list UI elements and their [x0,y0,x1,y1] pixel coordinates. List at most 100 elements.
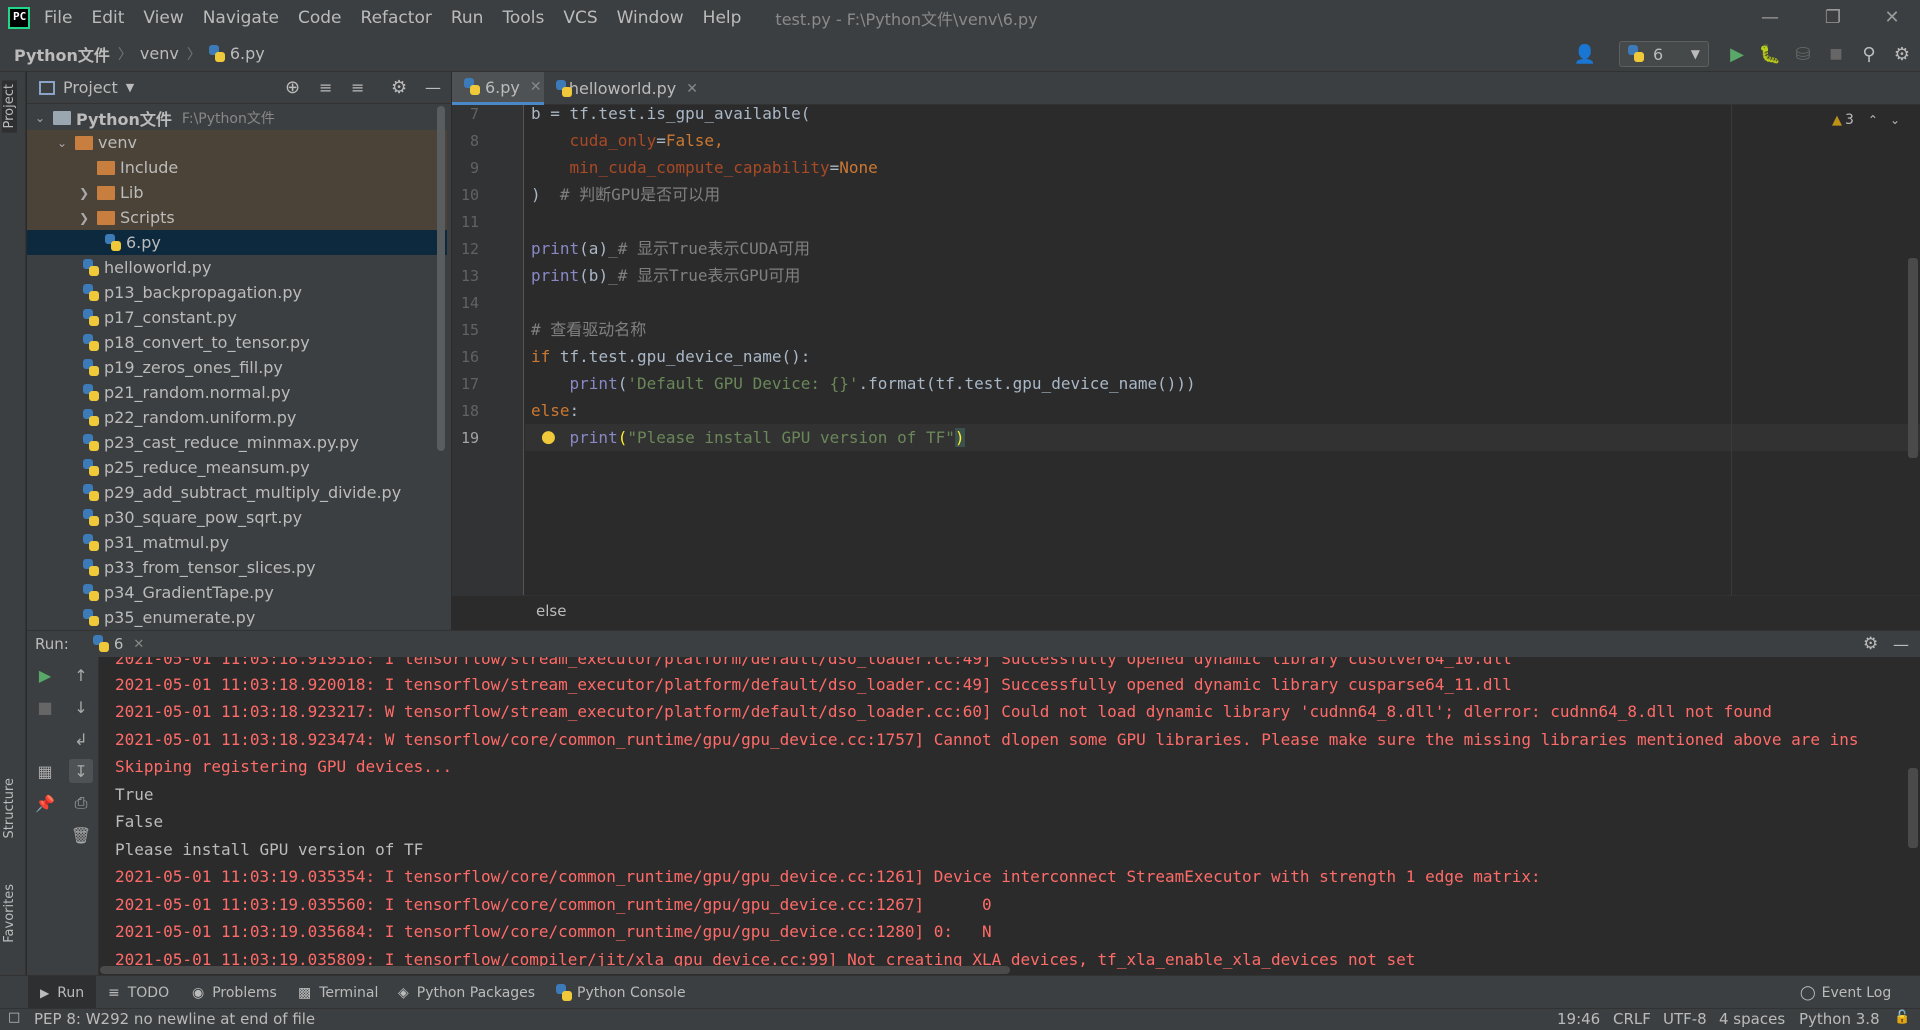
breadcrumb-venv[interactable]: venv [140,44,179,63]
tree-item-lib[interactable]: ❯ Lib [27,180,447,205]
tool-python-packages[interactable]: ◈ Python Packages [398,976,535,1009]
close-tab-icon[interactable]: ✕ [530,79,542,95]
menu-code[interactable]: Code [298,8,342,28]
chevron-right-icon[interactable]: ❯ [77,186,91,200]
previous-highlight-icon[interactable]: ⌃ [1868,113,1878,127]
close-icon[interactable]: ✕ [1880,6,1904,30]
next-highlight-icon[interactable]: ⌄ [1890,113,1900,127]
toggle-tool-windows-icon[interactable]: □ [8,1010,20,1025]
tree-item-file[interactable]: p19_zeros_ones_fill.py [27,355,447,380]
tree-item-file[interactable]: p30_square_pow_sqrt.py [27,505,447,530]
scroll-to-end-icon[interactable]: ↧ [69,759,93,783]
tab-helloworld[interactable]: helloworld.py ✕ [548,72,698,105]
breadcrumb-file[interactable]: 6.py [230,44,265,63]
tab-6py[interactable]: 6.py ✕ [452,72,544,105]
run-tab-label[interactable]: 6 [114,635,124,653]
tree-item-6py[interactable]: 6.py [27,230,447,255]
run-settings-gear-icon[interactable]: ⚙ [1863,634,1878,654]
favorites-tool-tab[interactable]: Favorites [2,884,17,943]
menu-help[interactable]: Help [703,8,742,28]
tree-item-file[interactable]: p17_constant.py [27,305,447,330]
chevron-down-icon[interactable]: ⌄ [55,136,69,150]
code-breadcrumb-else[interactable]: else [536,602,566,620]
chevron-down-icon[interactable]: ▼ [126,81,134,94]
tree-item-file[interactable]: p22_random.uniform.py [27,405,447,430]
tree-item-scripts[interactable]: ❯ Scripts [27,205,447,230]
hide-panel-icon[interactable]: — [425,78,441,97]
tool-run[interactable]: ▶ Run [28,976,97,1009]
menu-navigate[interactable]: Navigate [203,8,279,28]
tree-item-file[interactable]: p23_cast_reduce_minmax.py.py [27,430,447,455]
search-icon[interactable]: ⚲ [1857,42,1881,66]
coverage-icon[interactable]: ⛁ [1791,42,1815,66]
tree-item-file[interactable]: p31_matmul.py [27,530,447,555]
breadcrumb-project[interactable]: Python文件 [14,42,110,66]
tree-item-venv[interactable]: ⌄ venv [27,130,447,155]
rerun-icon[interactable]: ▶ [33,663,57,687]
lock-icon[interactable]: 🔓 [1894,1010,1910,1025]
status-message[interactable]: PEP 8: W292 no newline at end of file [34,1010,315,1028]
line-separator[interactable]: CRLF [1613,1010,1651,1028]
debug-icon[interactable]: 🐛 [1758,42,1782,66]
clear-all-icon[interactable]: 🗑 [69,823,93,847]
hide-run-panel-icon[interactable]: — [1893,635,1909,654]
tree-item-file[interactable]: p18_convert_to_tensor.py [27,330,447,355]
stop-icon[interactable]: ■ [1824,42,1848,66]
python-interpreter[interactable]: Python 3.8 [1799,1010,1880,1028]
console-vertical-scrollbar[interactable] [1908,768,1918,848]
chevron-down-icon[interactable]: ⌄ [33,111,47,125]
tree-item-file[interactable]: helloworld.py [27,255,447,280]
tool-event-log[interactable]: ◯ Event Log [1800,976,1891,1009]
menu-window[interactable]: Window [617,8,684,28]
tool-terminal[interactable]: ▩ Terminal [298,976,378,1009]
intention-bulb-icon[interactable]: ● [541,427,556,447]
project-view-selector[interactable]: Project [63,78,118,97]
menu-edit[interactable]: Edit [91,8,124,28]
scroll-up-icon[interactable]: ↑ [69,663,93,687]
expand-all-icon[interactable]: ≡ [319,78,332,97]
menu-view[interactable]: View [143,8,183,28]
settings-gear-icon[interactable]: ⚙ [1890,42,1914,66]
locate-file-icon[interactable]: ⊕ [285,77,300,98]
inspection-widget[interactable]: ▲ 3 ⌃ ⌄ [1832,112,1900,128]
scroll-down-icon[interactable]: ↓ [69,695,93,719]
tool-problems[interactable]: ◉ Problems [192,976,277,1009]
menu-vcs[interactable]: VCS [563,8,597,28]
stop-run-icon[interactable]: ■ [33,695,57,719]
run-console[interactable]: 2021-05-01 11:03:18.919318: I tensorflow… [100,657,1920,975]
collapse-all-icon[interactable]: ≡ [351,78,364,97]
layout-icon[interactable]: ▦ [33,759,57,783]
restore-icon[interactable]: ❐ [1821,6,1845,30]
chevron-right-icon[interactable]: ❯ [77,211,91,225]
caret-position[interactable]: 19:46 [1557,1010,1600,1028]
print-icon[interactable]: ⎙ [69,791,93,815]
tree-item-root[interactable]: ⌄ Python文件 F:\Python文件 [27,105,447,130]
tree-item-file[interactable]: p29_add_subtract_multiply_divide.py [27,480,447,505]
menu-run[interactable]: Run [451,8,484,28]
tree-item-file[interactable]: p21_random.normal.py [27,380,447,405]
project-scrollbar[interactable] [437,106,445,451]
file-encoding[interactable]: UTF-8 [1663,1010,1707,1028]
editor-scrollbar[interactable] [1908,258,1918,458]
tree-item-file[interactable]: p25_reduce_meansum.py [27,455,447,480]
tree-item-file[interactable]: p34_GradientTape.py [27,580,447,605]
menu-refactor[interactable]: Refactor [361,8,432,28]
menu-file[interactable]: File [44,8,72,28]
user-icon[interactable]: 👤 [1573,42,1597,66]
tree-item-include[interactable]: Include [27,155,447,180]
tool-python-console[interactable]: Python Console [556,976,686,1009]
tree-item-file[interactable]: p33_from_tensor_slices.py [27,555,447,580]
panel-settings-gear-icon[interactable]: ⚙ [391,77,407,98]
menu-tools[interactable]: Tools [502,8,544,28]
tree-item-file[interactable]: p13_backpropagation.py [27,280,447,305]
run-icon[interactable]: ▶ [1725,42,1749,66]
close-tab-icon[interactable]: ✕ [686,81,698,97]
run-config-selector[interactable]: 6 ▼ [1619,41,1709,67]
structure-tool-tab[interactable]: Structure [2,778,17,838]
close-run-tab-icon[interactable]: ✕ [133,637,144,652]
project-tool-tab[interactable]: Project [2,80,17,133]
console-horizontal-scrollbar[interactable] [100,966,1010,974]
tool-todo[interactable]: ≡ TODO [108,976,169,1009]
soft-wrap-icon[interactable]: ↲ [69,727,93,751]
code-editor[interactable]: b = tf.test.is_gpu_available( cuda_only=… [525,105,1920,595]
